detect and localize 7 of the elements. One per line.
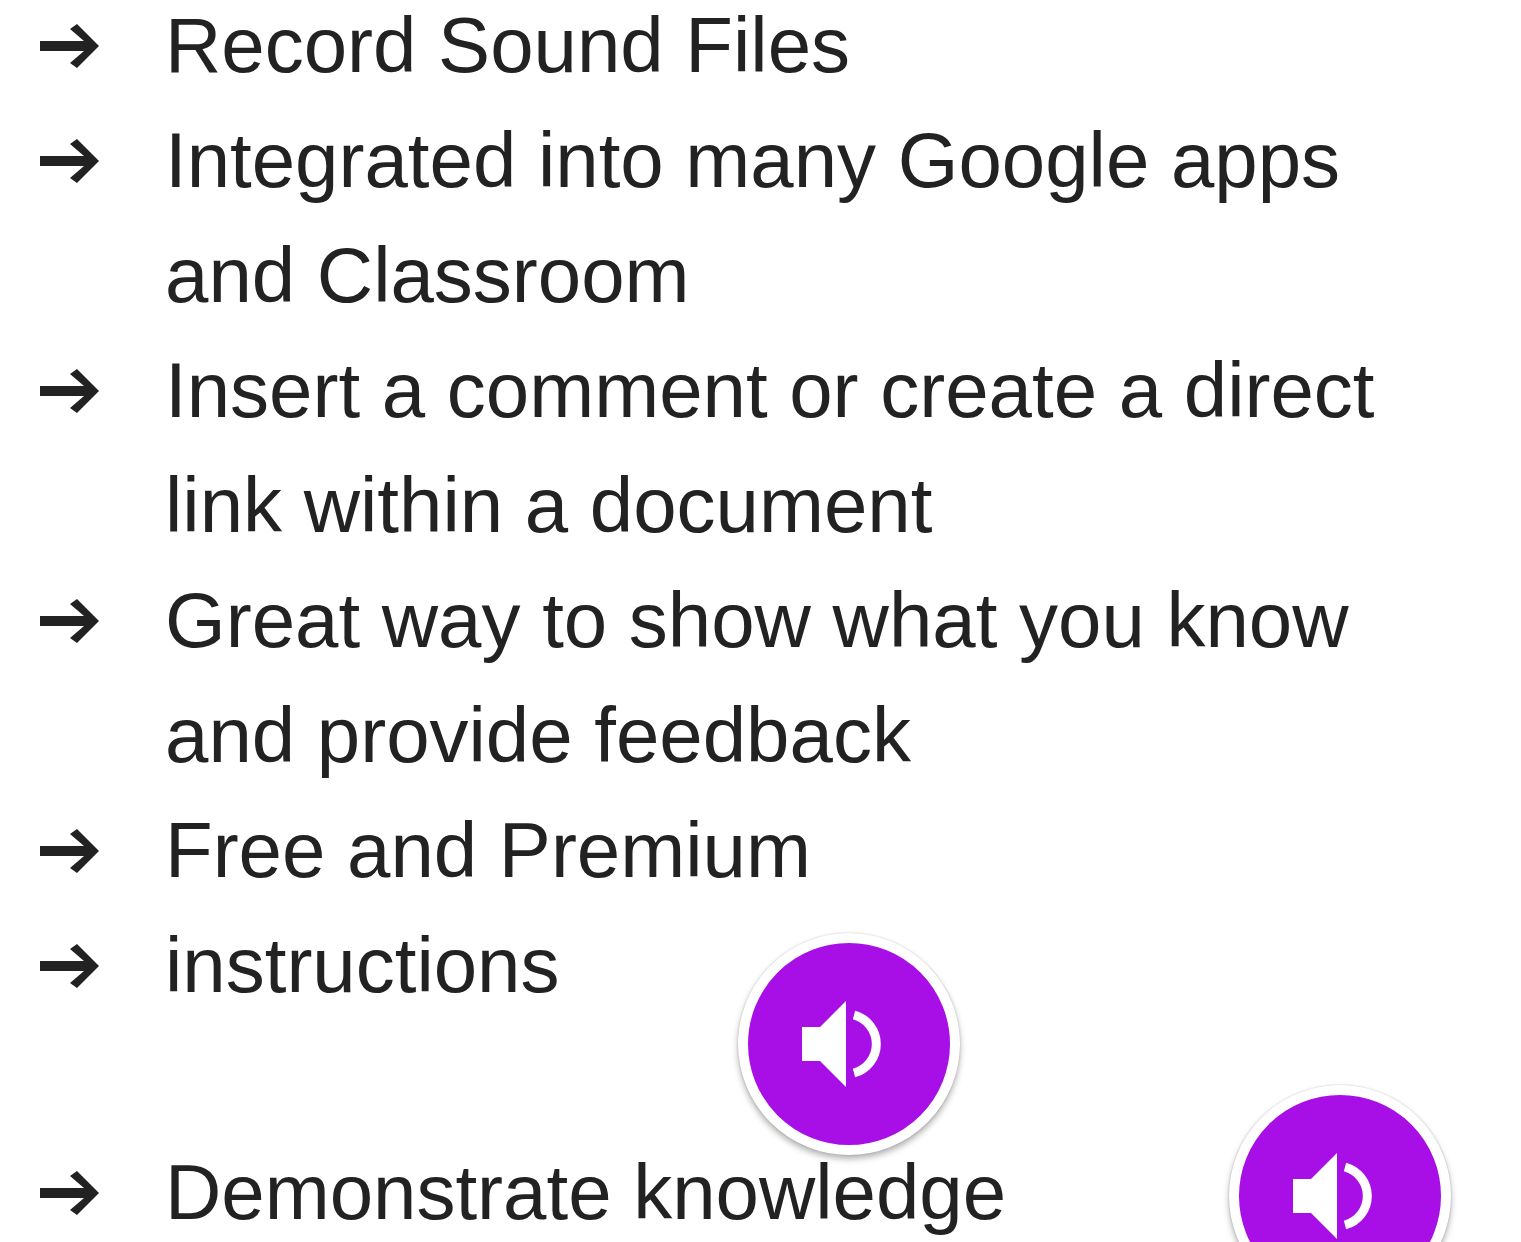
bullet-text: Integrated into many Google apps and Classroom — [165, 115, 1341, 321]
bullet-text: Record Sound Files — [165, 0, 850, 91]
bullet-text: Great way to show what you know and provide feedback — [165, 575, 1349, 781]
bullet-text: Demonstrate knowledge — [165, 1147, 1007, 1238]
bullet-text: Free and Premium — [165, 805, 811, 896]
bullet-text: instructions — [165, 920, 560, 1011]
bullet-text: Insert a comment or create a direct link within a document — [165, 345, 1375, 551]
